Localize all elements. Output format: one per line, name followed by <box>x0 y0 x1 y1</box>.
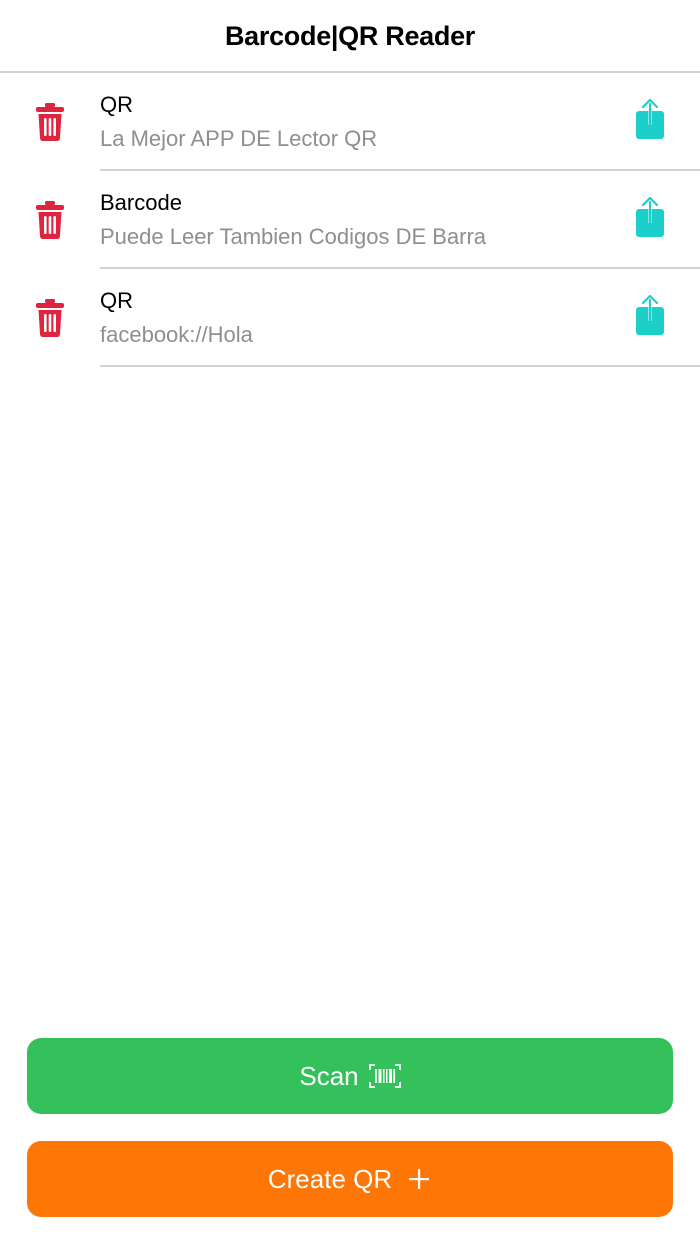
list-item[interactable]: QR La Mejor APP DE Lector QR <box>0 73 700 171</box>
list-item-text: QR La Mejor APP DE Lector QR <box>100 91 600 153</box>
item-content: Puede Leer Tambien Codigos DE Barra <box>100 224 487 249</box>
list-item[interactable]: Barcode Puede Leer Tambien Codigos DE Ba… <box>0 171 700 269</box>
list-item[interactable]: QR facebook://Hola <box>0 269 700 367</box>
scan-history-list: QR La Mejor APP DE Lector QR Barcode Pue… <box>0 73 700 367</box>
item-type: QR <box>100 92 133 117</box>
item-type: Barcode <box>100 190 182 215</box>
scan-button[interactable]: Scan <box>27 1038 673 1114</box>
item-content: facebook://Hola <box>100 322 253 347</box>
trash-icon[interactable] <box>36 201 64 239</box>
trash-icon[interactable] <box>36 299 64 337</box>
create-qr-button-label: Create QR <box>267 1164 393 1194</box>
share-icon[interactable] <box>634 197 666 239</box>
app-screen: Barcode|QR Reader QR La Mejor APP DE Lec… <box>0 0 700 1244</box>
share-icon[interactable] <box>634 295 666 337</box>
page-title: Barcode|QR Reader <box>224 21 476 51</box>
create-qr-button[interactable]: Create QR <box>27 1141 673 1217</box>
scan-button-label: Scan <box>299 1061 359 1091</box>
list-item-text: Barcode Puede Leer Tambien Codigos DE Ba… <box>100 189 600 251</box>
barcode-icon <box>368 1064 401 1088</box>
navigation-bar: Barcode|QR Reader <box>0 0 700 73</box>
list-item-text: QR facebook://Hola <box>100 287 600 349</box>
item-type: QR <box>100 288 133 313</box>
row-divider <box>100 365 700 367</box>
plus-icon <box>409 1169 430 1189</box>
item-content: La Mejor APP DE Lector QR <box>100 126 378 151</box>
share-icon[interactable] <box>634 99 666 141</box>
trash-icon[interactable] <box>36 103 64 141</box>
